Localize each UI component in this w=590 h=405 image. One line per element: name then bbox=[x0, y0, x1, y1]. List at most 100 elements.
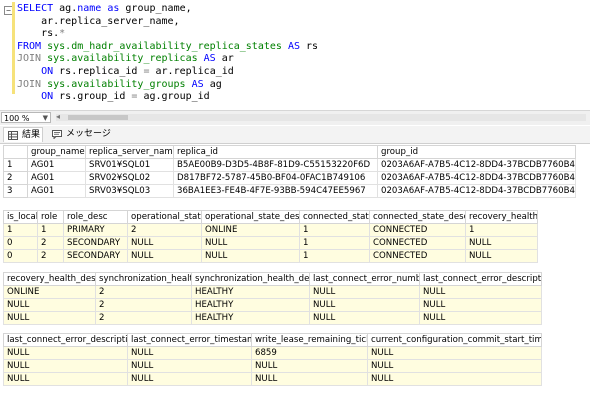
table-cell[interactable]: SECONDARY bbox=[63, 249, 128, 263]
column-header[interactable]: recovery_health_desc bbox=[3, 272, 96, 286]
table-row[interactable]: NULL NULL NULL NULL bbox=[3, 359, 542, 373]
table-cell[interactable]: 0 bbox=[3, 236, 38, 250]
column-header[interactable]: last_connect_error_timestamp bbox=[127, 333, 252, 347]
table-cell[interactable]: NULL bbox=[367, 359, 542, 373]
column-header[interactable]: role_desc bbox=[63, 210, 128, 224]
table-cell[interactable]: ONLINE bbox=[3, 285, 96, 299]
table-row[interactable]: ONLINE 2 HEALTHY NULL NULL bbox=[3, 285, 542, 299]
table-cell[interactable]: 2 bbox=[37, 236, 64, 250]
table-cell[interactable]: NULL bbox=[419, 285, 542, 299]
table-cell[interactable]: AG01 bbox=[27, 171, 86, 185]
sql-code[interactable]: SELECT ag.name as group_name, ar.replica… bbox=[17, 3, 318, 104]
table-cell[interactable]: NULL bbox=[3, 359, 128, 373]
column-header[interactable]: replica_server_name bbox=[85, 145, 174, 159]
table-cell[interactable]: ONLINE bbox=[201, 223, 300, 237]
column-header[interactable]: synchronization_health_desc bbox=[191, 272, 310, 286]
table-cell[interactable]: NULL bbox=[251, 359, 368, 373]
table-cell[interactable]: NULL bbox=[127, 359, 252, 373]
table-cell[interactable]: NULL bbox=[309, 311, 420, 325]
table-row[interactable]: 2 AG01 SRV02¥SQL02 D817BF72-5787-45B0-BF04-… bbox=[3, 171, 576, 185]
table-cell[interactable]: 36BA1EE3-FE4B-4F7E-93BB-594C47EE5967 bbox=[173, 184, 378, 198]
table-cell[interactable]: 1 bbox=[299, 236, 370, 250]
code-line[interactable]: SELECT ag.name as group_name, bbox=[17, 3, 318, 16]
table-cell[interactable]: NULL bbox=[127, 236, 202, 250]
result-grid-2[interactable]: is_local role role_desc operational_state op… bbox=[3, 210, 538, 263]
table-cell[interactable]: 2 bbox=[95, 285, 192, 299]
table-row[interactable]: NULL 2 HEALTHY NULL NULL bbox=[3, 298, 542, 312]
scrollbar-thumb[interactable] bbox=[68, 115, 128, 120]
result-grid-1[interactable]: group_name replica_server_name replica_id g… bbox=[3, 145, 576, 198]
table-cell[interactable]: CONNECTED bbox=[369, 236, 466, 250]
table-cell[interactable]: NULL bbox=[465, 249, 538, 263]
table-cell[interactable]: NULL bbox=[465, 236, 538, 250]
table-row[interactable]: NULL NULL 6859 NULL bbox=[3, 346, 542, 360]
result-grid-3[interactable]: recovery_health_desc synchronization_heal… bbox=[3, 272, 542, 325]
column-header[interactable]: recovery_health bbox=[465, 210, 538, 224]
table-cell[interactable]: 1 bbox=[299, 249, 370, 263]
table-cell[interactable]: NULL bbox=[309, 285, 420, 299]
table-cell[interactable]: B5AE00B9-D3D5-4B8F-81D9-C55153220F6D bbox=[173, 158, 378, 172]
row-number[interactable]: 2 bbox=[3, 171, 28, 185]
column-header[interactable]: operational_state bbox=[127, 210, 202, 224]
table-cell[interactable]: SRV01¥SQL01 bbox=[85, 158, 174, 172]
table-cell[interactable]: SRV02¥SQL02 bbox=[85, 171, 174, 185]
query-editor[interactable]: − SELECT ag.name as group_name, ar.repli… bbox=[0, 0, 590, 110]
code-line[interactable]: ON rs.replica_id = ar.replica_id bbox=[17, 66, 318, 79]
code-line[interactable]: JOIN sys.availability_replicas AS ar bbox=[17, 53, 318, 66]
table-cell[interactable]: SRV03¥SQL03 bbox=[85, 184, 174, 198]
table-row[interactable]: 0 2 SECONDARY NULL NULL 1 CONNECTED NULL bbox=[3, 236, 538, 250]
table-cell[interactable]: D817BF72-5787-45B0-BF04-0FAC1B749106 bbox=[173, 171, 378, 185]
table-row[interactable]: 0 2 SECONDARY NULL NULL 1 CONNECTED NULL bbox=[3, 249, 538, 263]
table-cell[interactable]: 2 bbox=[95, 311, 192, 325]
table-cell[interactable]: AG01 bbox=[27, 158, 86, 172]
table-cell[interactable]: HEALTHY bbox=[191, 298, 310, 312]
table-row[interactable]: 3 AG01 SRV03¥SQL03 36BA1EE3-FE4B-4F7E-93BB-… bbox=[3, 184, 576, 198]
table-cell[interactable]: NULL bbox=[3, 372, 128, 386]
table-cell[interactable]: NULL bbox=[3, 298, 96, 312]
column-header[interactable]: is_local bbox=[3, 210, 38, 224]
table-cell[interactable]: 0203A6AF-A7B5-4C12-8DD4-37BCDB7760B4 bbox=[377, 158, 576, 172]
table-cell[interactable]: NULL bbox=[127, 346, 252, 360]
table-cell[interactable]: HEALTHY bbox=[191, 285, 310, 299]
column-header[interactable]: role bbox=[37, 210, 64, 224]
column-header[interactable]: connected_state bbox=[299, 210, 370, 224]
column-header[interactable]: current_configuration_commit_start_time_… bbox=[367, 333, 542, 347]
table-cell[interactable]: 2 bbox=[37, 249, 64, 263]
column-header[interactable]: synchronization_health bbox=[95, 272, 192, 286]
table-cell[interactable]: NULL bbox=[419, 298, 542, 312]
column-header[interactable]: connected_state_desc bbox=[369, 210, 466, 224]
table-cell[interactable]: NULL bbox=[3, 311, 96, 325]
table-cell[interactable]: 0203A6AF-A7B5-4C12-8DD4-37BCDB7760B4 bbox=[377, 171, 576, 185]
table-cell[interactable]: NULL bbox=[367, 346, 542, 360]
table-cell[interactable]: CONNECTED bbox=[369, 223, 466, 237]
column-header[interactable]: group_id bbox=[377, 145, 576, 159]
column-header[interactable]: group_name bbox=[27, 145, 86, 159]
column-header[interactable]: replica_id bbox=[173, 145, 378, 159]
code-line[interactable]: FROM sys.dm_hadr_availability_replica_st… bbox=[17, 41, 318, 54]
code-line[interactable]: ON rs.group_id = ag.group_id bbox=[17, 91, 318, 104]
table-cell[interactable]: NULL bbox=[367, 372, 542, 386]
table-cell[interactable]: AG01 bbox=[27, 184, 86, 198]
table-row[interactable]: 1 1 PRIMARY 2 ONLINE 1 CONNECTED 1 bbox=[3, 223, 538, 237]
table-cell[interactable]: NULL bbox=[251, 372, 368, 386]
table-cell[interactable]: HEALTHY bbox=[191, 311, 310, 325]
table-cell[interactable]: 1 bbox=[37, 223, 64, 237]
table-cell[interactable]: NULL bbox=[201, 249, 300, 263]
table-cell[interactable]: 6859 bbox=[251, 346, 368, 360]
table-cell[interactable]: NULL bbox=[127, 372, 252, 386]
table-cell[interactable]: 1 bbox=[299, 223, 370, 237]
scroll-left-icon[interactable]: ◂ bbox=[56, 112, 60, 121]
table-row[interactable]: 1 AG01 SRV01¥SQL01 B5AE00B9-D3D5-4B8F-81D9-… bbox=[3, 158, 576, 172]
table-cell[interactable]: 1 bbox=[3, 223, 38, 237]
column-header[interactable]: last_connect_error_number bbox=[309, 272, 420, 286]
code-line[interactable]: ar.replica_server_name, bbox=[17, 16, 318, 29]
table-cell[interactable]: NULL bbox=[127, 249, 202, 263]
table-cell[interactable]: 2 bbox=[127, 223, 202, 237]
row-number[interactable]: 1 bbox=[3, 158, 28, 172]
code-line[interactable]: JOIN sys.availability_groups AS ag bbox=[17, 79, 318, 92]
zoom-dropdown[interactable]: 100 % ▼ bbox=[1, 112, 51, 123]
code-line[interactable]: rs.* bbox=[17, 28, 318, 41]
tab-messages[interactable]: メッセージ bbox=[48, 127, 126, 142]
column-header[interactable]: last_connect_error_description bbox=[3, 333, 128, 347]
table-cell[interactable]: 0 bbox=[3, 249, 38, 263]
